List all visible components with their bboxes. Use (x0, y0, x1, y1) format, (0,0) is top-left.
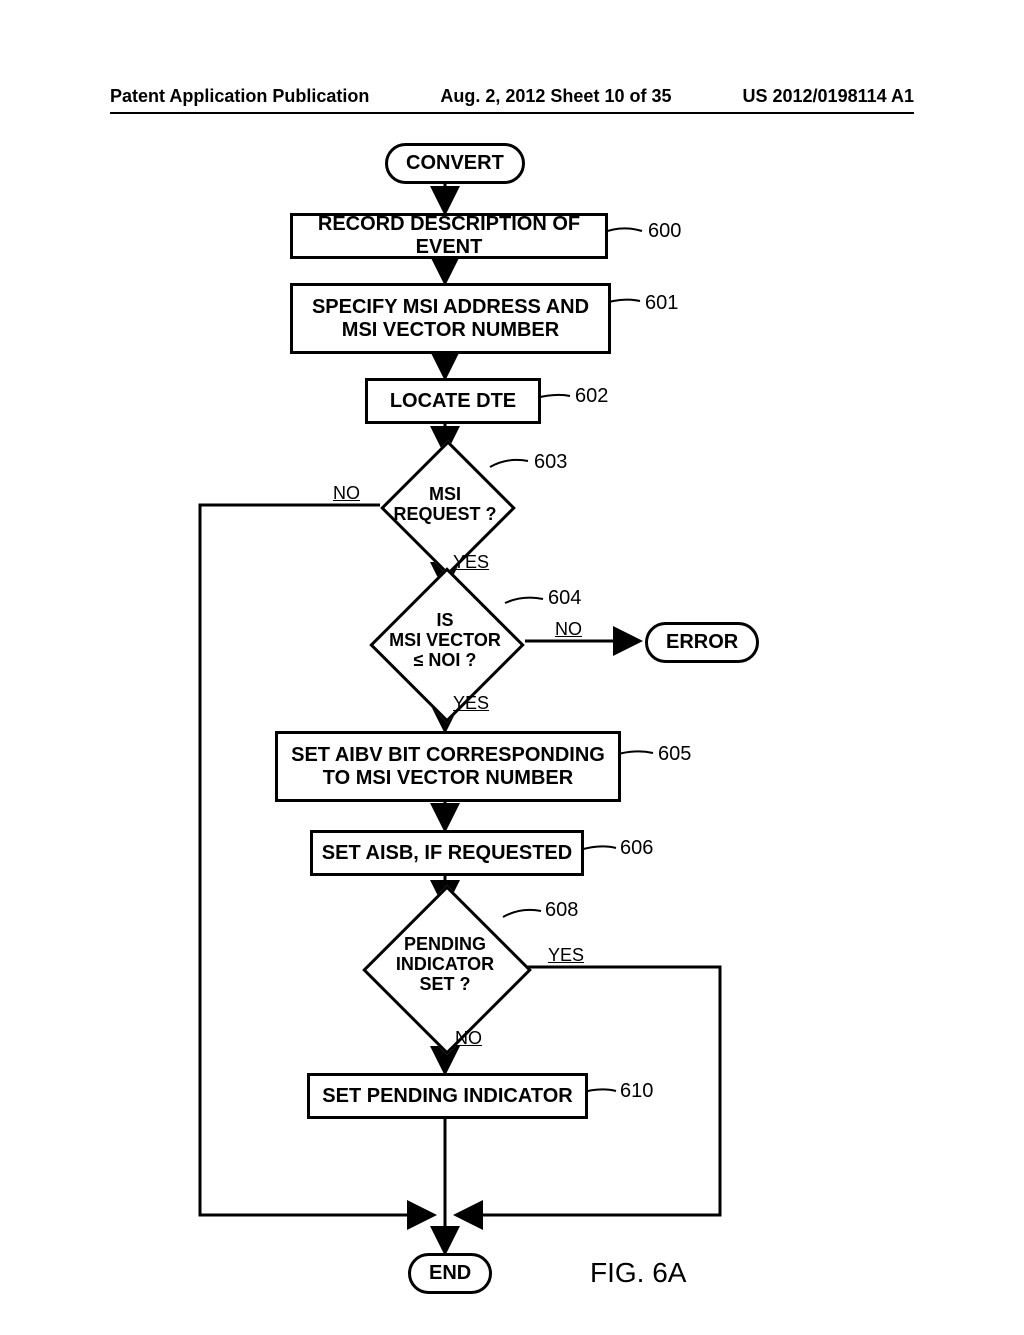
start-label: CONVERT (406, 152, 504, 174)
edge-yes-604: YES (453, 693, 489, 714)
ref-608: 608 (545, 899, 578, 922)
header-left: Patent Application Publication (110, 86, 369, 107)
n600-label: RECORD DESCRIPTION OF EVENT (293, 213, 605, 259)
ref-605: 605 (658, 743, 691, 766)
n606-label: SET AISB, IF REQUESTED (322, 842, 572, 865)
n610-label: SET PENDING INDICATOR (322, 1085, 572, 1108)
figure-label: FIG. 6A (590, 1257, 686, 1289)
page-header: Patent Application Publication Aug. 2, 2… (0, 86, 1024, 107)
edge-no-604: NO (555, 619, 582, 640)
process-605: SET AIBV BIT CORRESPONDING TO MSI VECTOR… (275, 731, 621, 802)
n608-label: PENDING INDICATOR SET ? (370, 935, 520, 994)
n601-label: SPECIFY MSI ADDRESS AND MSI VECTOR NUMBE… (312, 296, 589, 342)
ref-610: 610 (620, 1080, 653, 1103)
process-610: SET PENDING INDICATOR (307, 1073, 588, 1119)
n604-label: IS MSI VECTOR ≤ NOI ? (370, 611, 520, 670)
terminator-start: CONVERT (385, 143, 525, 184)
n605-label: SET AIBV BIT CORRESPONDING TO MSI VECTOR… (291, 744, 605, 790)
header-right: US 2012/0198114 A1 (743, 86, 914, 107)
terminator-error: ERROR (645, 622, 759, 663)
end-label: END (429, 1262, 471, 1284)
n603-label: MSI REQUEST ? (370, 485, 520, 525)
n602-label: LOCATE DTE (390, 390, 516, 413)
error-label: ERROR (666, 631, 738, 653)
header-rule (110, 112, 914, 114)
edge-yes-608: YES (548, 945, 584, 966)
header-center: Aug. 2, 2012 Sheet 10 of 35 (440, 86, 671, 107)
ref-602: 602 (575, 385, 608, 408)
process-600: RECORD DESCRIPTION OF EVENT (290, 213, 608, 259)
process-601: SPECIFY MSI ADDRESS AND MSI VECTOR NUMBE… (290, 283, 611, 354)
ref-603: 603 (534, 451, 567, 474)
ref-606: 606 (620, 837, 653, 860)
ref-600: 600 (648, 220, 681, 243)
edge-yes-603: YES (453, 552, 489, 573)
edge-no-608: NO (455, 1028, 482, 1049)
ref-604: 604 (548, 587, 581, 610)
edge-no-603: NO (333, 483, 360, 504)
process-602: LOCATE DTE (365, 378, 541, 424)
process-606: SET AISB, IF REQUESTED (310, 830, 584, 876)
page: Patent Application Publication Aug. 2, 2… (0, 0, 1024, 1320)
terminator-end: END (408, 1253, 492, 1294)
ref-601: 601 (645, 292, 678, 315)
